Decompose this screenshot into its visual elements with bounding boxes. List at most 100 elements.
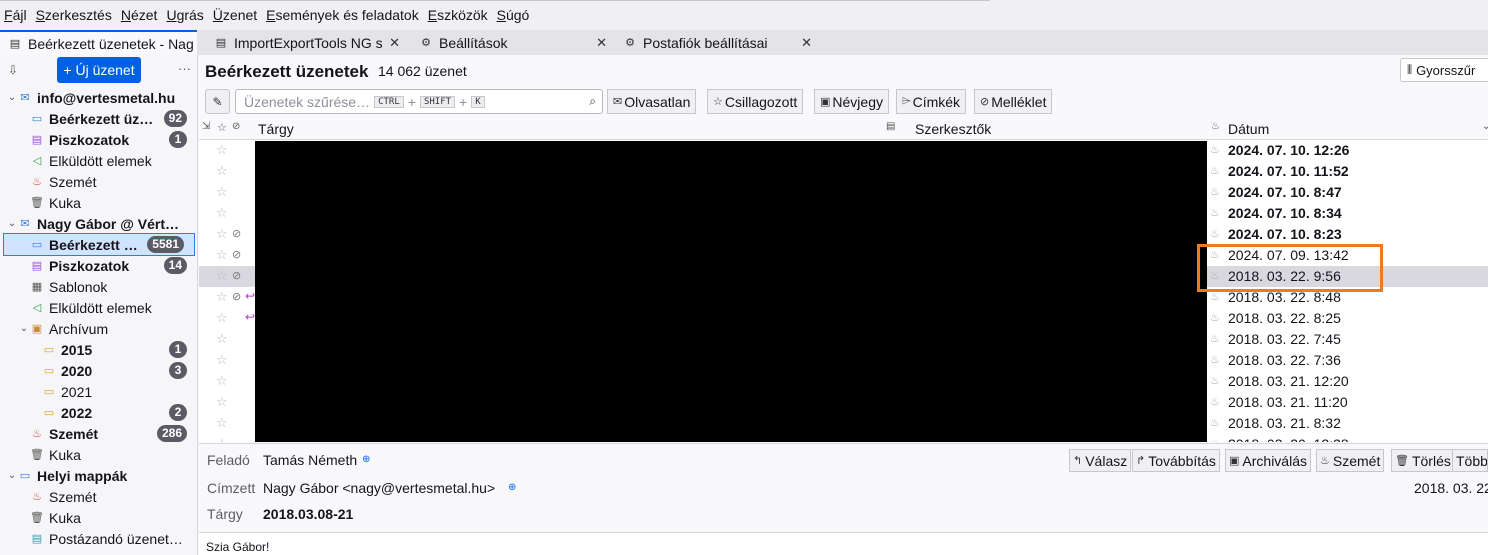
folder-tree-item[interactable]: ▭ Beérkezett … 5581 (3, 233, 195, 256)
column-subject[interactable]: Tárgy (258, 121, 294, 137)
menu-message[interactable]: Üzenet (213, 7, 257, 23)
star-icon[interactable]: ☆ (216, 289, 228, 305)
folder-tree-item[interactable]: ◁ Elküldött elemek (0, 150, 197, 171)
star-icon[interactable]: ☆ (216, 331, 228, 347)
close-icon[interactable]: ✕ (389, 35, 400, 51)
star-icon[interactable]: ☆ (216, 415, 228, 431)
junk-status-icon[interactable]: ♨ (1210, 227, 1220, 240)
menu-edit[interactable]: Szerkesztés (36, 7, 112, 23)
to-value[interactable]: Nagy Gábor <nagy@vertesmetal.hu> (263, 480, 495, 496)
filter-tags-button[interactable]: ⌲ Címkék (896, 89, 967, 114)
get-messages-icon[interactable]: ⇩ (8, 63, 18, 77)
add-contact-icon[interactable]: ⊕ (362, 454, 370, 465)
folder-tree-item[interactable]: ◁ Elküldött elemek (0, 297, 197, 318)
folder-tree-item[interactable]: ▤ Piszkozatok 1 (0, 129, 197, 150)
folder-tree-item[interactable]: ▭ 2022 2 (0, 402, 197, 423)
star-icon[interactable]: ☆ (216, 184, 228, 200)
junk-status-icon[interactable]: ♨ (1210, 416, 1220, 429)
folder-tree-item[interactable]: ⌄ ▣ Archívum (0, 318, 197, 339)
menu-help[interactable]: Súgó (497, 7, 530, 23)
tab-importexporttools[interactable]: ▤ ImportExportTools NG s ✕ (206, 30, 406, 55)
junk-status-icon[interactable]: ♨ (1210, 164, 1220, 177)
folder-tree-item[interactable]: 🗑 Kuka (0, 192, 197, 213)
star-icon[interactable]: ☆ (216, 247, 228, 263)
folder-label: Archívum (49, 320, 109, 337)
star-column-icon[interactable]: ☆ (217, 121, 227, 134)
thread-column-icon[interactable]: ⇲ (202, 121, 210, 132)
quick-filter-button[interactable]: ⫼ Gyorsszűr (1400, 58, 1488, 82)
tab-inbox[interactable]: ▤ Beérkezett üzenetek - Nag (0, 30, 197, 55)
chevron-down-icon[interactable]: ⌄ (18, 323, 30, 334)
junk-column-icon[interactable]: ♨ (1211, 121, 1220, 132)
star-icon[interactable]: ☆ (216, 436, 228, 442)
column-authors[interactable]: Szerkesztők (915, 121, 991, 137)
folder-tree-item[interactable]: ⌄ ▭ Helyi mappák (0, 465, 197, 486)
column-date[interactable]: Dátum (1228, 121, 1269, 137)
junk-status-icon[interactable]: ♨ (1210, 353, 1220, 366)
chevron-down-icon[interactable]: ⌄ (6, 470, 18, 481)
folder-tree-item[interactable]: ⌄ ✉ info@vertesmetal.hu (0, 87, 197, 108)
star-icon[interactable]: ☆ (216, 226, 228, 242)
folder-tree-item[interactable]: 🗑 Kuka (0, 444, 197, 465)
reply-label: Válasz (1085, 452, 1128, 469)
filter-unread-button[interactable]: ✉ Olvasatlan (607, 89, 697, 114)
junk-status-icon[interactable]: ♨ (1210, 311, 1220, 324)
new-message-button[interactable]: + Új üzenet (57, 57, 141, 83)
star-icon[interactable]: ☆ (216, 394, 228, 410)
chevron-down-icon[interactable]: ⌄ (6, 92, 18, 103)
folder-tree-item[interactable]: ▭ 2020 3 (0, 360, 197, 381)
menu-tools[interactable]: Eszközök (428, 7, 488, 23)
star-icon[interactable]: ☆ (216, 163, 228, 179)
star-icon[interactable]: ☆ (216, 268, 228, 284)
star-icon[interactable]: ☆ (216, 142, 228, 158)
junk-status-icon[interactable]: ♨ (1210, 395, 1220, 408)
delete-button[interactable]: 🗑 Törlés (1391, 449, 1455, 472)
close-icon[interactable]: ✕ (596, 35, 607, 51)
star-icon[interactable]: ☆ (216, 310, 228, 326)
pin-filter-button[interactable]: ✎ (205, 89, 230, 114)
forward-button[interactable]: ↱ Továbbítás (1132, 449, 1220, 472)
junk-status-icon[interactable]: ♨ (1210, 437, 1220, 442)
more-options-icon[interactable]: ··· (178, 61, 191, 76)
more-button[interactable]: Több (1452, 449, 1488, 472)
chevron-down-icon[interactable]: ⌄ (6, 218, 18, 229)
junk-button[interactable]: ♨ Szemét (1316, 449, 1385, 472)
close-icon[interactable]: ✕ (801, 35, 812, 51)
folder-tree-item[interactable]: 🗑 Kuka (0, 507, 197, 528)
reply-button[interactable]: ↰ Válasz (1069, 449, 1132, 472)
folder-tree-item[interactable]: ♨ Szemét (0, 486, 197, 507)
folder-tree-item[interactable]: ♨ Szemét 286 (0, 423, 197, 444)
from-value[interactable]: Tamás Németh (263, 452, 357, 468)
filter-search-input[interactable]: Üzenetek szűrése… CTRL + SHIFT + K ⌕ (235, 89, 603, 114)
tab-settings[interactable]: ⚙ Beállítások ✕ (411, 30, 613, 55)
menu-view[interactable]: Nézet (121, 7, 158, 23)
tab-account-settings[interactable]: ⚙ Postafiók beállításai ✕ (615, 30, 818, 55)
folder-tree-item[interactable]: ▤ Piszkozatok 14 (0, 255, 197, 276)
chevron-down-icon[interactable]: ⌄ (1482, 121, 1488, 132)
star-icon[interactable]: ☆ (216, 373, 228, 389)
folder-tree-item[interactable]: ⌄ ✉ Nagy Gábor @ Vért… (0, 213, 197, 234)
folder-tree-item[interactable]: ▭ Beérkezett üz… 92 (0, 108, 197, 129)
junk-status-icon[interactable]: ♨ (1210, 374, 1220, 387)
junk-status-icon[interactable]: ♨ (1210, 206, 1220, 219)
folder-tree-item[interactable]: ▦ Sablonok (0, 276, 197, 297)
folder-tree-item[interactable]: ♨ Szemét (0, 171, 197, 192)
read-status-column-icon[interactable]: ▤ (886, 121, 895, 132)
star-icon[interactable]: ☆ (216, 352, 228, 368)
add-contact-icon[interactable]: ⊕ (508, 482, 516, 493)
menu-file[interactable]: Fájl (4, 7, 27, 23)
folder-tree-item[interactable]: ▭ 2021 (0, 381, 197, 402)
junk-status-icon[interactable]: ♨ (1210, 143, 1220, 156)
menu-go[interactable]: Ugrás (166, 7, 203, 23)
folder-tree-item[interactable]: ▭ 2015 1 (0, 339, 197, 360)
filter-starred-button[interactable]: ☆ Csillagozott (707, 89, 804, 114)
attachment-column-icon[interactable]: ⊘ (232, 121, 240, 132)
folder-tree-item[interactable]: ▤ Postázandó üzenet… (0, 528, 197, 549)
filter-contact-button[interactable]: ▣ Névjegy (814, 89, 889, 114)
archive-button[interactable]: ▣ Archiválás (1225, 449, 1311, 472)
menu-events-tasks[interactable]: Események és feladatok (266, 7, 419, 23)
filter-attachment-button[interactable]: ⊘ Melléklet (974, 89, 1053, 114)
star-icon[interactable]: ☆ (216, 205, 228, 221)
junk-status-icon[interactable]: ♨ (1210, 185, 1220, 198)
junk-status-icon[interactable]: ♨ (1210, 332, 1220, 345)
